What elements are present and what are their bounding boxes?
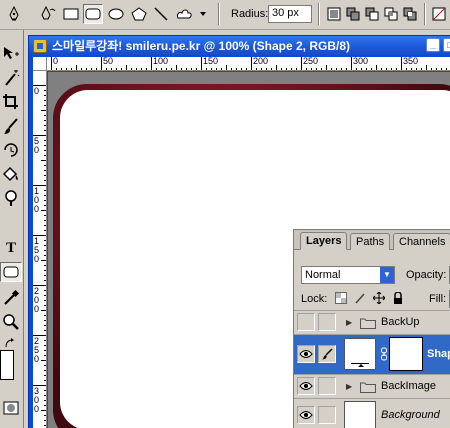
fill-label: Fill:: [429, 293, 447, 305]
palette-tabs: Layers Paths Channels: [294, 230, 450, 250]
horizontal-ruler[interactable]: 050100150200250300350400: [47, 57, 450, 71]
layer-row-backimage[interactable]: ▶ BackImage: [294, 374, 450, 398]
layer-name: BackImage: [381, 380, 437, 392]
lock-transparency-icon[interactable]: [334, 291, 348, 305]
intersect-shape-area-icon[interactable]: [381, 4, 401, 24]
tab-paths[interactable]: Paths: [350, 233, 391, 250]
folder-icon: [360, 318, 376, 329]
swap-colors-icon[interactable]: [0, 336, 22, 350]
visibility-toggle[interactable]: [297, 313, 315, 331]
chevron-down-icon[interactable]: [197, 4, 209, 24]
separator: [318, 3, 320, 25]
dodge-tool-icon[interactable]: [0, 188, 22, 208]
ruler-label: 350: [403, 57, 419, 66]
layer-thumbnail[interactable]: [344, 401, 376, 428]
ruler-label: 0: [53, 57, 59, 66]
paint-bucket-tool-icon[interactable]: [0, 164, 22, 184]
eye-icon[interactable]: [297, 345, 315, 363]
separator: [218, 3, 220, 25]
chevron-down-icon: ▼: [380, 267, 394, 283]
move-tool-icon[interactable]: [0, 44, 22, 64]
layer-name: Background: [381, 409, 440, 421]
subtract-shape-area-icon[interactable]: [362, 4, 382, 24]
ruler-label: 50: [103, 57, 114, 66]
layer-row-backup[interactable]: ▶ BackUp: [294, 310, 450, 334]
layer-name: BackUp: [381, 316, 420, 328]
polygon-icon[interactable]: [129, 4, 149, 24]
quick-mask-icon[interactable]: [0, 398, 22, 418]
ruler-label: 300: [353, 57, 369, 66]
line-icon[interactable]: [151, 4, 171, 24]
ruler-label: 0: [34, 86, 40, 96]
eye-icon[interactable]: [297, 406, 315, 424]
radius-input[interactable]: 30 px: [268, 5, 312, 23]
document-title-bar[interactable]: 스마일루강좌! smileru.pe.kr @ 100% (Shape 2, R…: [29, 36, 450, 55]
eye-icon[interactable]: [297, 377, 315, 395]
eyedropper-tool-icon[interactable]: [0, 288, 22, 308]
layer-link-cell[interactable]: [318, 406, 336, 424]
brush-icon[interactable]: [318, 345, 336, 363]
layer-link-cell[interactable]: [318, 313, 336, 331]
blend-mode-select[interactable]: Normal ▼: [301, 266, 395, 284]
expand-arrow-icon[interactable]: ▶: [346, 382, 352, 391]
opacity-label: Opacity:: [406, 269, 447, 281]
layer-name: Shap: [427, 348, 450, 360]
magic-wand-tool-icon[interactable]: [0, 68, 22, 88]
background-color-swatch[interactable]: [0, 350, 14, 380]
ruler-label: 200: [34, 286, 40, 314]
layers-palette: Layers Paths Channels Normal ▼ Opacity: …: [293, 229, 450, 428]
add-to-shape-area-icon[interactable]: [343, 4, 363, 24]
lock-label: Lock:: [301, 293, 328, 305]
ruler-label: 250: [34, 336, 40, 364]
lock-all-icon[interactable]: [391, 291, 405, 305]
ruler-label: 250: [303, 57, 319, 66]
layer-row-background[interactable]: Background: [294, 398, 450, 428]
ruler-origin[interactable]: [33, 57, 47, 71]
vector-mask-thumbnail[interactable]: [389, 337, 423, 371]
ellipse-icon[interactable]: [106, 4, 126, 24]
window-controls: _ □: [423, 38, 450, 52]
tab-layers[interactable]: Layers: [300, 232, 348, 250]
link-icon: [381, 347, 387, 361]
rounded-rectangle-icon[interactable]: [83, 4, 103, 24]
custom-shape-icon[interactable]: [174, 4, 194, 24]
ruler-label: 100: [34, 186, 40, 214]
freeform-pen-icon[interactable]: [38, 4, 58, 24]
ruler-label: 200: [253, 57, 269, 66]
rectangle-icon[interactable]: [61, 4, 81, 24]
document-title: 스마일루강좌! smileru.pe.kr @ 100% (Shape 2, R…: [52, 39, 351, 53]
layer-fill-thumbnail[interactable]: [344, 338, 376, 370]
layer-link-cell[interactable]: [318, 377, 336, 395]
ruler-label: 50: [34, 136, 40, 155]
crop-tool-icon[interactable]: [0, 92, 22, 112]
folder-icon: [360, 382, 376, 393]
photoshop-document-icon: [33, 38, 47, 53]
brush-tool-icon[interactable]: [0, 116, 22, 136]
lock-position-icon[interactable]: [372, 291, 386, 305]
lock-image-pixels-icon[interactable]: [353, 291, 367, 305]
maximize-button[interactable]: □: [443, 38, 450, 52]
layer-row-shape[interactable]: Shap: [294, 334, 450, 374]
expand-arrow-icon[interactable]: ▶: [346, 318, 352, 327]
minimize-button[interactable]: _: [426, 38, 440, 52]
zoom-tool-icon[interactable]: [0, 312, 22, 332]
rounded-rectangle-tool-icon[interactable]: [0, 262, 22, 282]
exclude-overlap-icon[interactable]: [400, 4, 420, 24]
history-brush-tool-icon[interactable]: [0, 140, 22, 160]
blend-mode-value: Normal: [305, 269, 341, 281]
vertical-ruler[interactable]: 0 50 100 150 200 250 300: [33, 71, 47, 428]
tab-channels[interactable]: Channels: [393, 233, 450, 250]
toolbox: T: [0, 30, 24, 428]
ruler-label: 300: [34, 386, 40, 414]
type-tool-icon[interactable]: T: [0, 238, 22, 258]
radius-label: Radius:: [231, 8, 269, 20]
pen-icon[interactable]: [4, 4, 24, 24]
options-bar: Radius: 30 px: [0, 0, 450, 30]
separator: [424, 3, 426, 25]
ruler-label: 150: [203, 57, 219, 66]
ruler-label: 150: [34, 236, 40, 264]
create-new-shape-layer-icon[interactable]: [324, 4, 344, 24]
style-swatch-icon[interactable]: [430, 4, 448, 24]
ruler-label: 100: [153, 57, 169, 66]
